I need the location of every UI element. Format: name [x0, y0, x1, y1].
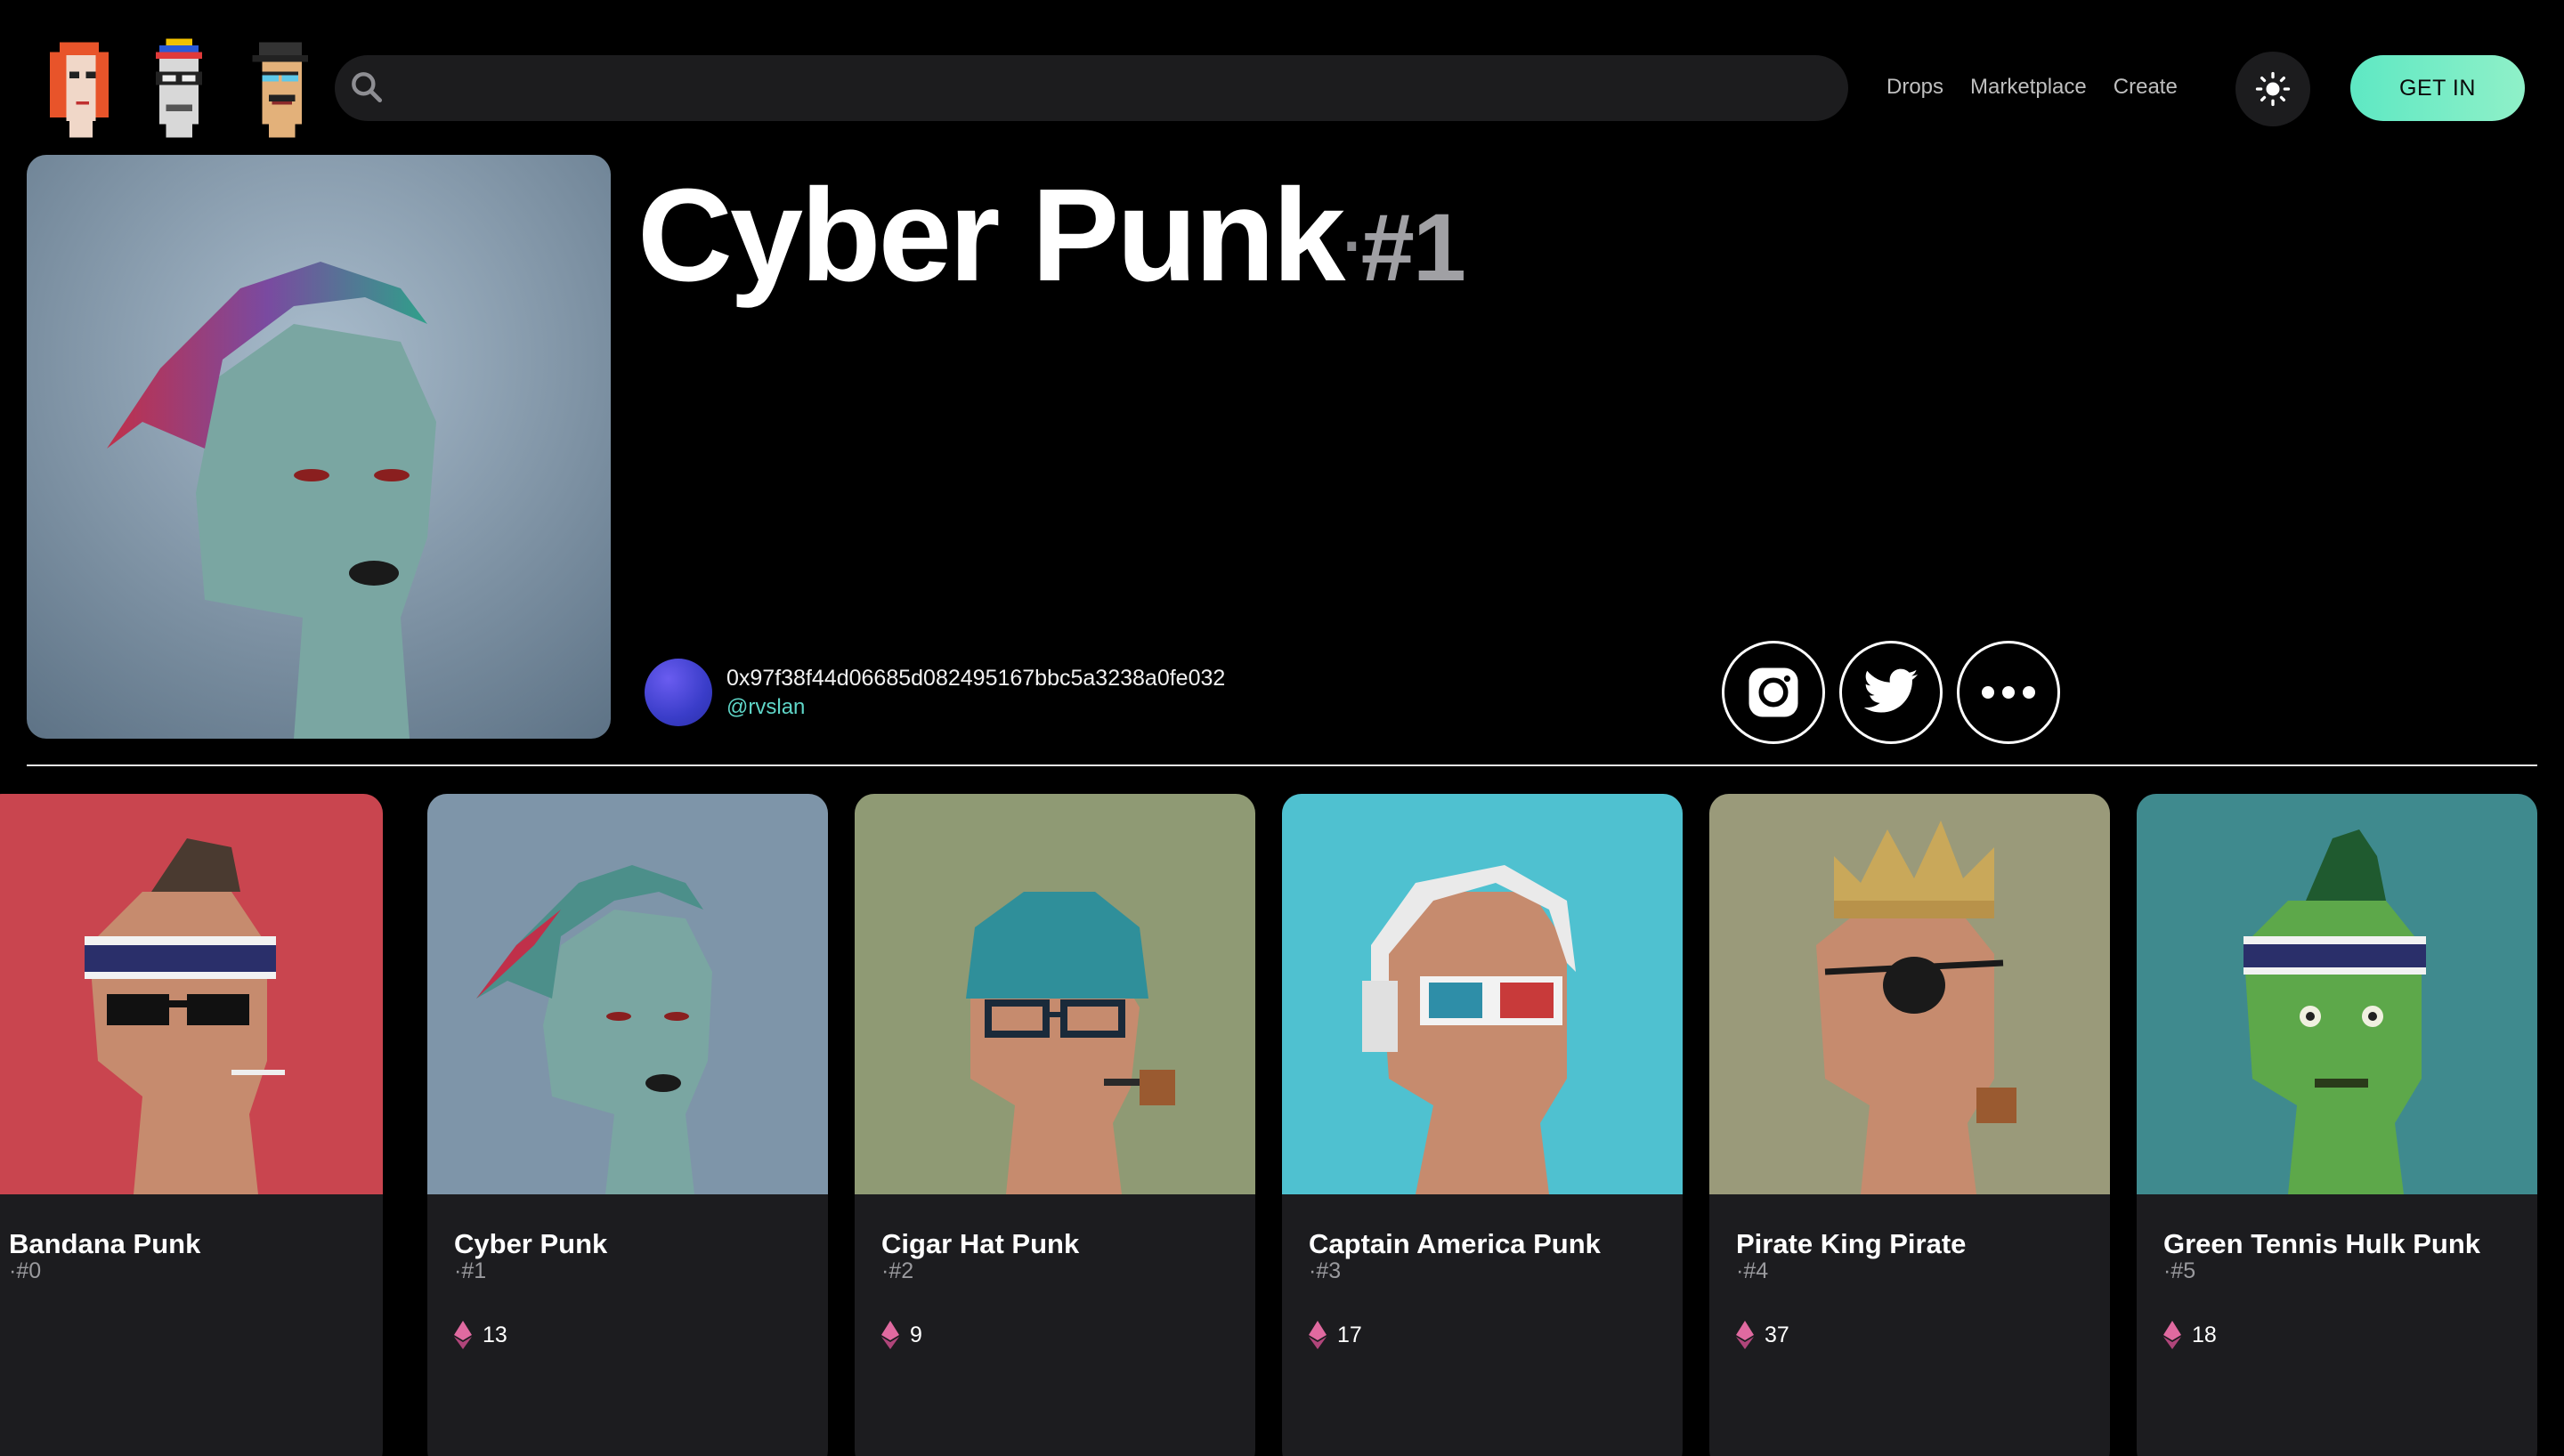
card-title: Cyber Punk	[454, 1228, 608, 1259]
more-button[interactable]	[1957, 641, 2060, 744]
card-number: ·#1	[454, 1258, 487, 1283]
card-number: ·#4	[1736, 1258, 1769, 1283]
logo-group	[39, 36, 319, 141]
card-number: ·#3	[1309, 1258, 1342, 1283]
owner-handle[interactable]: @rvslan	[726, 695, 1225, 720]
title-number: #1	[1360, 193, 1466, 301]
price-value: 13	[483, 1322, 507, 1347]
twitter-icon	[1863, 668, 1919, 713]
nav-create[interactable]: Create	[2114, 75, 2178, 100]
card-price: 17	[1309, 1321, 1362, 1349]
owner-address: 0x97f38f44d06685d082495167bbc5a3238a0fe0…	[726, 665, 1226, 691]
hero-artwork	[27, 155, 611, 739]
price-value: 9	[910, 1322, 922, 1347]
more-icon	[1982, 686, 2035, 699]
card-title: Cigar Hat Punk	[881, 1228, 1080, 1259]
owner-info[interactable]: 0x97f38f44d06685d082495167bbc5a3238a0fe0…	[645, 659, 1225, 726]
ethereum-icon	[454, 1321, 472, 1349]
ethereum-icon	[1309, 1321, 1327, 1349]
ethereum-icon	[881, 1321, 899, 1349]
punk-card[interactable]: Green Tennis Hulk Punk ·#5 18	[2137, 794, 2537, 1456]
page-title: Cyber Punk·#1	[637, 169, 1466, 314]
card-title: Green Tennis Hulk Punk	[2163, 1228, 2481, 1259]
nav-drops[interactable]: Drops	[1886, 75, 1943, 100]
get-in-button[interactable]: GET IN	[2350, 55, 2525, 121]
card-number: ·#5	[2163, 1258, 2196, 1283]
instagram-icon	[1749, 667, 1798, 717]
punk-logo-red[interactable]	[39, 36, 119, 141]
price-value: 18	[2192, 1322, 2217, 1347]
top-header: Drops Marketplace Create GET IN	[0, 0, 2564, 151]
theme-toggle-button[interactable]	[2235, 52, 2310, 126]
card-artwork	[2137, 794, 2537, 1194]
card-artwork	[427, 794, 828, 1194]
card-artwork	[1282, 794, 1683, 1194]
title-separator: ·	[1343, 210, 1363, 280]
card-price: 9	[881, 1321, 922, 1349]
punk-card[interactable]: Captain America Punk ·#3 17	[1282, 794, 1683, 1456]
card-artwork	[0, 794, 383, 1194]
card-price: 13	[454, 1321, 507, 1349]
card-artwork	[855, 794, 1255, 1194]
instagram-button[interactable]	[1722, 641, 1825, 744]
punk-card[interactable]: Bandana Punk ·#0	[0, 794, 383, 1456]
card-price: 18	[2163, 1321, 2217, 1349]
punk-logo-blue-cap[interactable]	[139, 36, 219, 141]
punk-card[interactable]: Pirate King Pirate ·#4 37	[1709, 794, 2110, 1456]
section-divider	[27, 764, 2537, 766]
nav-marketplace[interactable]: Marketplace	[1970, 75, 2087, 100]
card-title: Pirate King Pirate	[1736, 1228, 1967, 1259]
card-price: 37	[1736, 1321, 1789, 1349]
sun-icon	[2255, 71, 2291, 107]
title-name: Cyber Punk	[637, 162, 1345, 309]
ethereum-icon	[2163, 1321, 2181, 1349]
main-nav: Drops Marketplace Create	[1886, 75, 2178, 100]
search-input[interactable]	[397, 55, 1822, 121]
social-links	[1722, 641, 2060, 744]
card-artwork	[1709, 794, 2110, 1194]
price-value: 17	[1337, 1322, 1362, 1347]
punk-card-list: Bandana Punk ·#0 Cyber Punk ·#1 13 Cigar…	[0, 794, 2564, 1456]
search-bar[interactable]	[335, 55, 1848, 121]
twitter-button[interactable]	[1839, 641, 1943, 744]
card-number: ·#2	[881, 1258, 914, 1283]
avatar[interactable]	[645, 659, 712, 726]
card-title: Captain America Punk	[1309, 1228, 1601, 1259]
ethereum-icon	[1736, 1321, 1754, 1349]
card-number: ·#0	[9, 1258, 42, 1283]
punk-card[interactable]: Cyber Punk ·#1 13	[427, 794, 828, 1456]
price-value: 37	[1765, 1322, 1789, 1347]
search-icon	[352, 72, 383, 103]
card-title: Bandana Punk	[9, 1228, 201, 1259]
punk-logo-gray-cap[interactable]	[239, 36, 319, 141]
punk-card[interactable]: Cigar Hat Punk ·#2 9	[855, 794, 1255, 1456]
